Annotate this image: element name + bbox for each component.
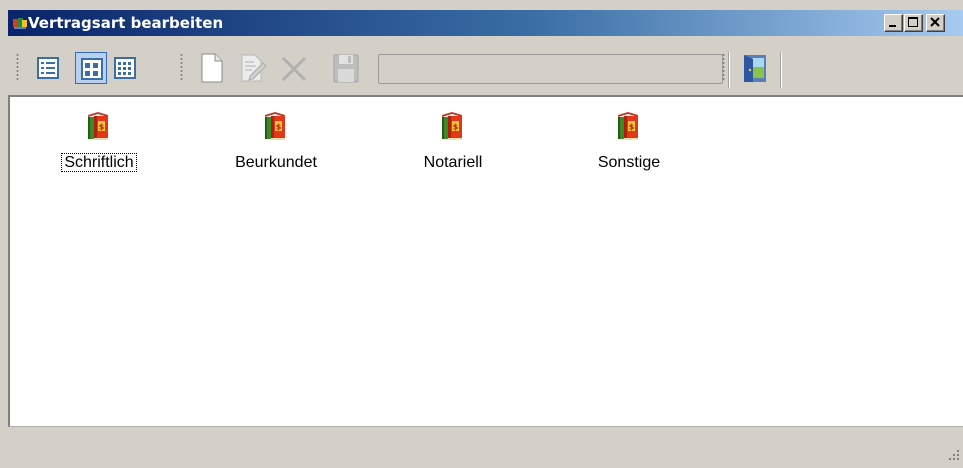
status-bar	[8, 427, 963, 468]
minimize-icon	[889, 25, 896, 27]
new-document-icon	[201, 53, 223, 83]
contract-book-icon	[438, 111, 466, 143]
toolbar	[8, 37, 963, 95]
list-item-notariell[interactable]: Notariell	[378, 101, 528, 181]
list-item-sonstige[interactable]: Sonstige	[554, 101, 704, 181]
item-label: Schriftlich	[61, 153, 137, 172]
close-icon	[930, 17, 940, 27]
title-bar[interactable]: Vertragsart bearbeiten	[8, 10, 963, 36]
toolbar-grip-3[interactable]	[722, 53, 725, 81]
maximize-button[interactable]	[904, 14, 923, 32]
exit-door-icon	[744, 55, 766, 82]
details-view-button[interactable]	[32, 52, 64, 84]
large-icons-view-button[interactable]	[75, 52, 107, 84]
list-item-beurkundet[interactable]: Beurkundet	[201, 101, 351, 181]
minimize-button[interactable]	[884, 14, 903, 32]
list-item-schriftlich[interactable]: Schriftlich	[24, 101, 174, 181]
contract-book-icon	[84, 111, 112, 143]
save-button[interactable]	[330, 52, 362, 84]
edit-button[interactable]	[236, 52, 268, 84]
toolbar-grip[interactable]	[16, 53, 19, 81]
contract-book-icon	[261, 111, 289, 143]
contract-book-icon	[614, 111, 642, 143]
item-label: Sonstige	[597, 154, 661, 171]
large-icons-view-icon	[81, 58, 103, 80]
resize-grip-icon[interactable]	[943, 446, 961, 464]
new-button[interactable]	[195, 52, 227, 84]
toolbar-grip-2[interactable]	[180, 53, 183, 81]
details-view-icon	[37, 57, 59, 79]
delete-button[interactable]	[278, 52, 310, 84]
window-title: Vertragsart bearbeiten	[28, 14, 224, 32]
item-label: Notariell	[423, 154, 483, 171]
small-icons-view-icon	[114, 57, 136, 79]
exit-button[interactable]	[738, 52, 770, 84]
maximize-icon	[908, 17, 918, 27]
app-icon	[13, 18, 27, 29]
vertragsart-window: Vertragsart bearbeiten Schriftlich Beurk…	[0, 0, 963, 468]
save-icon	[333, 54, 359, 83]
edit-icon	[241, 54, 267, 82]
close-button[interactable]	[926, 14, 945, 32]
delete-icon	[281, 56, 307, 82]
toolbar-end-separator	[780, 52, 782, 88]
contract-types-list[interactable]: Schriftlich Beurkundet Notariell Sonstig…	[8, 95, 963, 427]
toolbar-separator	[728, 52, 730, 88]
small-icons-view-button[interactable]	[109, 52, 141, 84]
search-field[interactable]	[378, 54, 723, 84]
item-label: Beurkundet	[235, 154, 317, 171]
